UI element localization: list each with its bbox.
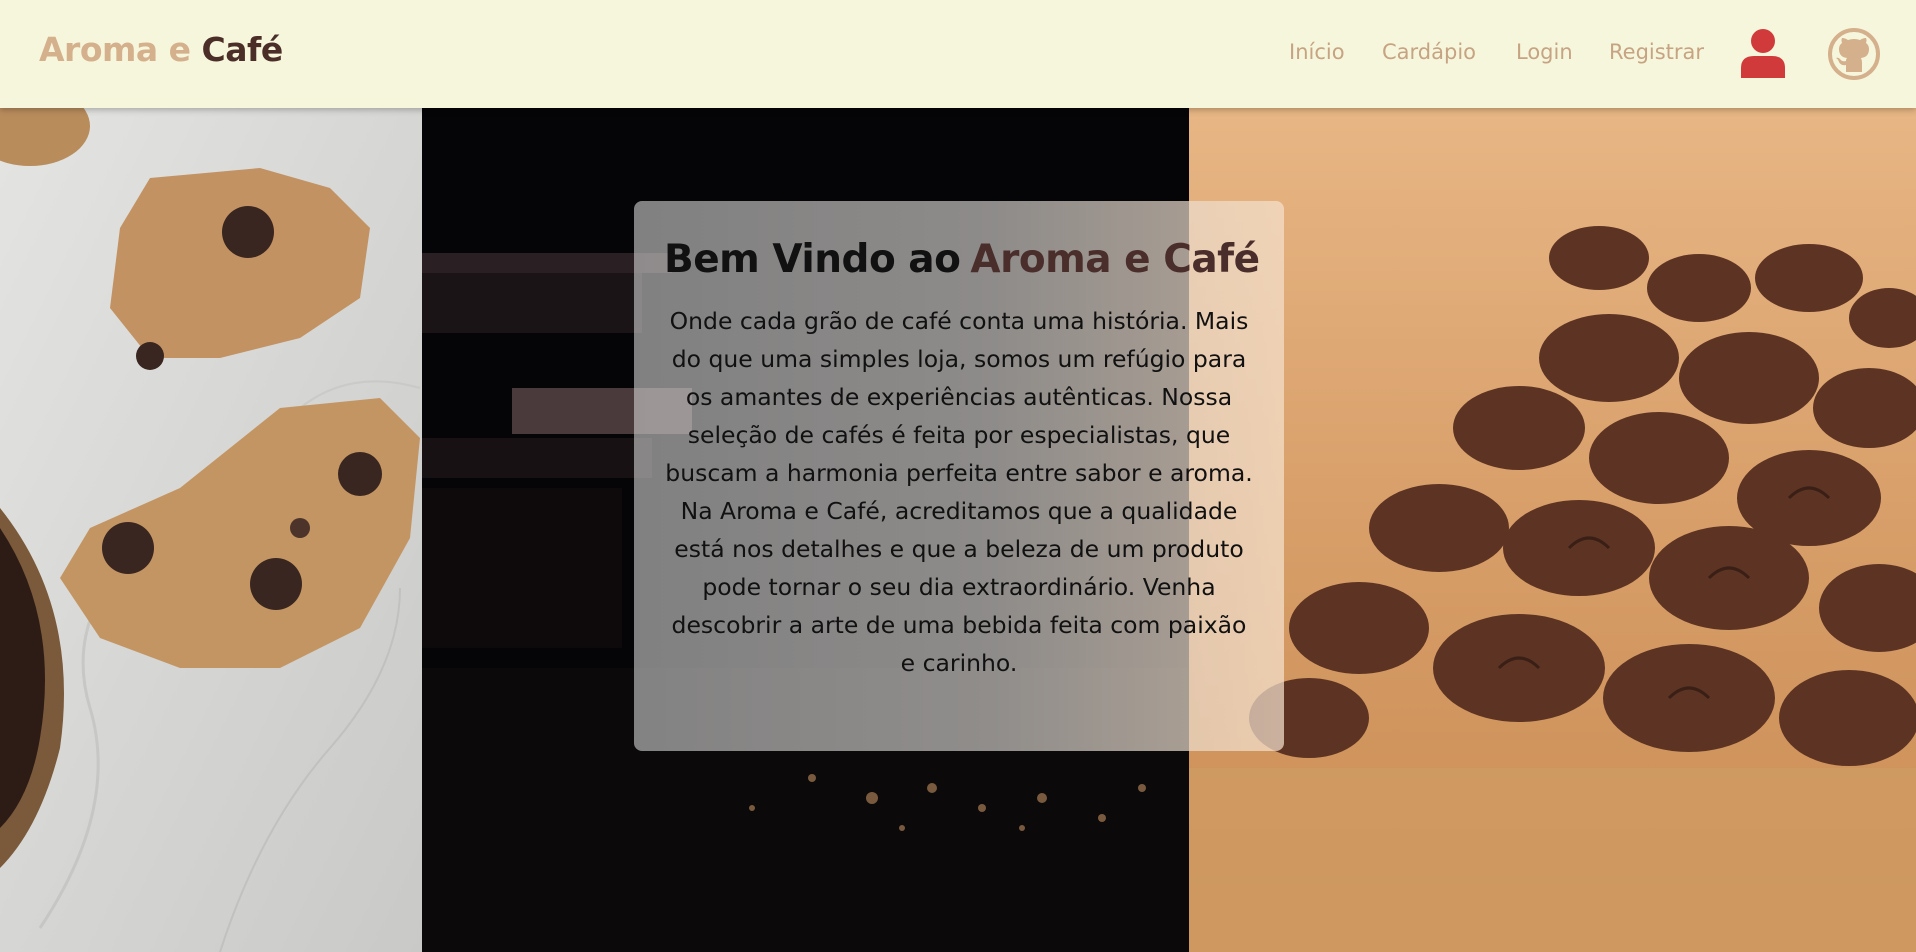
cookies-image [0, 108, 422, 952]
nav-link-cardapio[interactable]: Cardápio [1382, 40, 1476, 64]
nav-link-registrar[interactable]: Registrar [1609, 40, 1704, 64]
welcome-title: Bem Vindo ao Aroma e Café [664, 237, 1284, 282]
brand-name-part1: Aroma e [39, 30, 191, 69]
github-icon[interactable] [1828, 28, 1880, 80]
brand-name-part2: Café [201, 30, 284, 69]
nav-link-login[interactable]: Login [1516, 40, 1573, 64]
top-navbar: Aroma e Café Início Cardápio Login Regis… [0, 0, 1916, 108]
brand-logo[interactable]: Aroma e Café [39, 30, 283, 69]
nav-link-inicio[interactable]: Início [1289, 40, 1345, 64]
coffee-beans-image [1189, 108, 1916, 952]
welcome-description: Onde cada grão de café conta uma históri… [665, 307, 1253, 677]
user-icon[interactable] [1740, 28, 1786, 78]
welcome-title-brand: Aroma e Café [970, 237, 1260, 282]
welcome-card: Bem Vindo ao Aroma e Café Onde cada grão … [634, 201, 1284, 751]
welcome-title-text: Bem Vindo ao [664, 237, 961, 282]
